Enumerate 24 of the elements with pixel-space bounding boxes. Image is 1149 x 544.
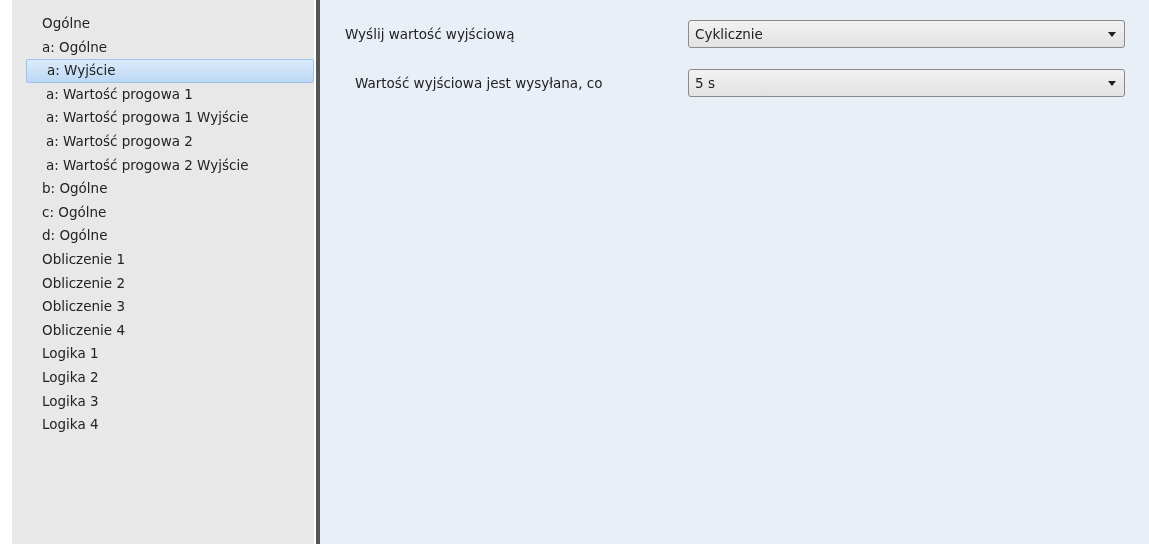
sidebar-item[interactable]: Ogólne <box>36 12 314 36</box>
sidebar-item[interactable]: a: Wyjście <box>26 59 314 83</box>
sidebar-item[interactable]: a: Wartość progowa 1 <box>26 82 314 107</box>
sidebar-item[interactable]: c: Ogólne <box>36 200 314 225</box>
sidebar-item[interactable]: a: Wartość progowa 2 <box>26 129 314 154</box>
sidebar-item[interactable]: Logika 3 <box>36 389 314 414</box>
dropdown[interactable]: 5 s <box>688 69 1125 97</box>
sidebar-item[interactable]: a: Wartość progowa 1 Wyjście <box>26 106 314 130</box>
caret-icon <box>1108 31 1116 37</box>
sidebar-item[interactable]: Obliczenie 4 <box>36 318 314 343</box>
parameter-label: Wyślij wartość wyjściową <box>345 26 515 42</box>
sidebar-item[interactable]: a: Ogólne <box>36 35 314 60</box>
dropdown[interactable]: Cyklicznie <box>688 20 1125 48</box>
sidebar-item[interactable]: Logika 2 <box>36 365 314 390</box>
sidebar-item[interactable]: a: Wartość progowa 2 Wyjście <box>26 153 314 178</box>
sidebar-item[interactable]: b: Ogólne <box>36 177 314 201</box>
sidebar-item[interactable]: Logika 1 <box>36 342 314 366</box>
parameter-label: Wartość wyjściowa jest wysyłana, co <box>355 75 603 91</box>
caret-icon <box>1108 80 1116 86</box>
sidebar-item[interactable]: Obliczenie 2 <box>36 271 314 296</box>
sidebar-item[interactable]: d: Ogólne <box>36 224 314 248</box>
sidebar-item[interactable]: Logika 4 <box>36 413 314 437</box>
sidebar-item[interactable]: Obliczenie 3 <box>36 295 314 319</box>
sidebar-item[interactable]: Obliczenie 1 <box>36 247 314 272</box>
